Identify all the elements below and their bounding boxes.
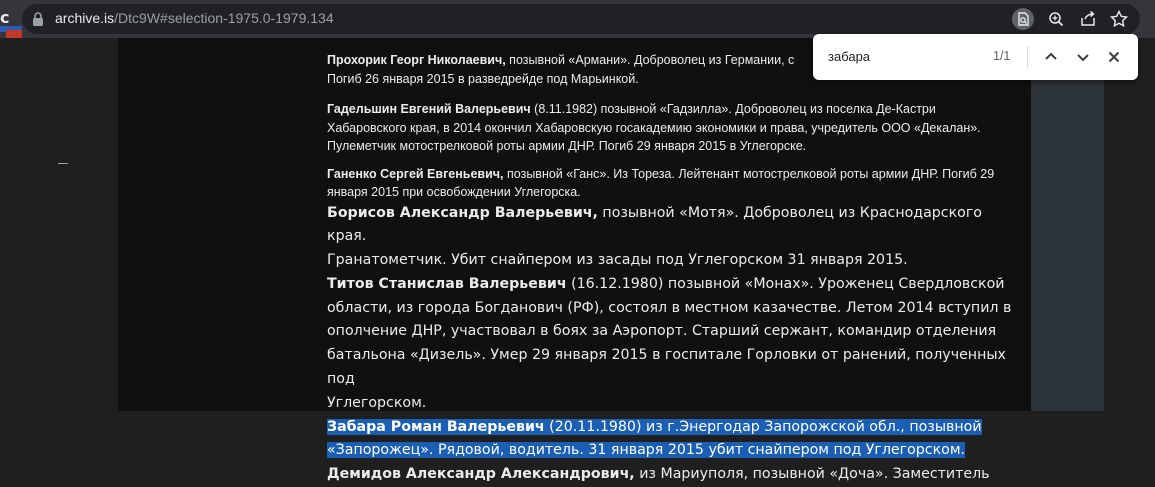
entry-titov: Титов Станислав Валерьевич (16.12.1980) …: [327, 273, 1017, 416]
entry-text: позывной «Ганс». Из Тореза. Лейтенант мо…: [503, 166, 995, 181]
entry-name: Ганенко Сергей Евгеньевич,: [327, 166, 504, 181]
entry-name: Титов Станислав Валерьевич: [327, 275, 567, 292]
entry-text: позывной «Армани». Доброволец из Германи…: [505, 53, 795, 67]
chevron-down-icon: [1077, 54, 1089, 62]
browser-toolbar: c archive.is/Dtc9W#selection-1975.0-1979…: [0, 0, 1155, 38]
flag-stripe-red: [6, 30, 22, 38]
find-next-button[interactable]: [1071, 45, 1095, 69]
entry-text: (8.11.1982) позывной «Гадзилла». Доброво…: [530, 102, 936, 116]
zoom-icon[interactable]: [1045, 8, 1067, 30]
bookmark-star-icon[interactable]: [1108, 8, 1130, 30]
entry-name: Борисов Александр Валерьевич,: [327, 204, 598, 221]
entry-demidov: Демидов Александр Александрович, из Мари…: [327, 463, 1017, 487]
entry-text: области, из города Богданович (РФ), сост…: [327, 299, 1012, 316]
tab-edge: c: [0, 0, 22, 38]
close-icon: [1108, 51, 1120, 63]
chevron-up-icon: [1045, 52, 1057, 60]
find-previous-button[interactable]: [1039, 45, 1063, 69]
entry-name: Прохорик Георг Николаевич,: [327, 53, 506, 67]
entry-text: Пулеметчик мотострелковой роты армии ДНР…: [327, 139, 807, 153]
right-column: [1031, 38, 1104, 411]
entry-text: (20.11.1980) из г.Энергодар Запорожской …: [544, 418, 982, 435]
lock-icon[interactable]: [32, 12, 44, 26]
find-divider: [1027, 46, 1028, 68]
entry-text: из Мариуполя, позывной «Доча». Заместите…: [634, 466, 990, 483]
entry-text: ополчение ДНР, участвовал в боях за Аэро…: [327, 323, 997, 340]
url-path: /Dtc9W#selection-1975.0-1979.134: [114, 10, 334, 26]
url-text[interactable]: archive.is/Dtc9W#selection-1975.0-1979.1…: [55, 10, 334, 26]
entry-gadelshin: Гадельшин Евгений Валерьевич (8.11.1982)…: [327, 100, 1017, 156]
find-bar: забара 1/1: [813, 34, 1138, 80]
entry-borisov: Борисов Александр Валерьевич, позывной «…: [327, 202, 1017, 273]
entry-zabara-selected[interactable]: Забара Роман Валерьевич (20.11.1980) из …: [327, 416, 1017, 464]
selection-highlight: «Запорожец». Рядовой, водитель. 31 январ…: [327, 442, 966, 459]
entry-text: Углегорском.: [327, 394, 427, 411]
document-content: Прохорик Георг Николаевич, позывной «Арм…: [327, 38, 1017, 487]
entry-text: Гранатометчик. Убит снайпером из засады …: [327, 252, 908, 269]
entry-text: января 2015 при освобождении Углегорска.: [327, 185, 581, 199]
address-bar[interactable]: archive.is/Dtc9W#selection-1975.0-1979.1…: [22, 4, 1140, 34]
url-host: archive.is: [55, 10, 115, 26]
side-dash: [58, 163, 68, 164]
entry-name: Демидов Александр Александрович,: [327, 466, 635, 483]
entry-name: Забара Роман Валерьевич: [327, 418, 545, 435]
entry-ganenko: Ганенко Сергей Евгеньевич, позывной «Ган…: [327, 165, 1017, 202]
find-match-count: 1/1: [993, 49, 1011, 63]
reload-icon[interactable]: c: [0, 8, 9, 27]
entry-text: «Запорожец». Рядовой, водитель. 31 январ…: [327, 442, 966, 459]
entry-text: Погиб 26 января 2015 в разведрейде под М…: [327, 71, 639, 86]
find-in-page-icon[interactable]: [1012, 8, 1034, 30]
find-input[interactable]: забара: [828, 49, 870, 64]
share-icon[interactable]: [1077, 8, 1099, 30]
entry-text: (16.12.1980) позывной «Монах». Уроженец …: [566, 275, 1005, 292]
selection-highlight: Забара Роман Валерьевич (20.11.1980) из …: [327, 418, 982, 435]
find-close-button[interactable]: [1102, 45, 1126, 69]
archived-document: Прохорик Георг Николаевич, позывной «Арм…: [118, 38, 1031, 482]
entry-text: батальона «Дизель». Умер 29 января 2015 …: [327, 347, 1006, 388]
entry-text: Хабаровского края, в 2014 окончил Хабаро…: [327, 120, 981, 135]
entry-name: Гадельшин Евгений Валерьевич: [327, 102, 531, 116]
